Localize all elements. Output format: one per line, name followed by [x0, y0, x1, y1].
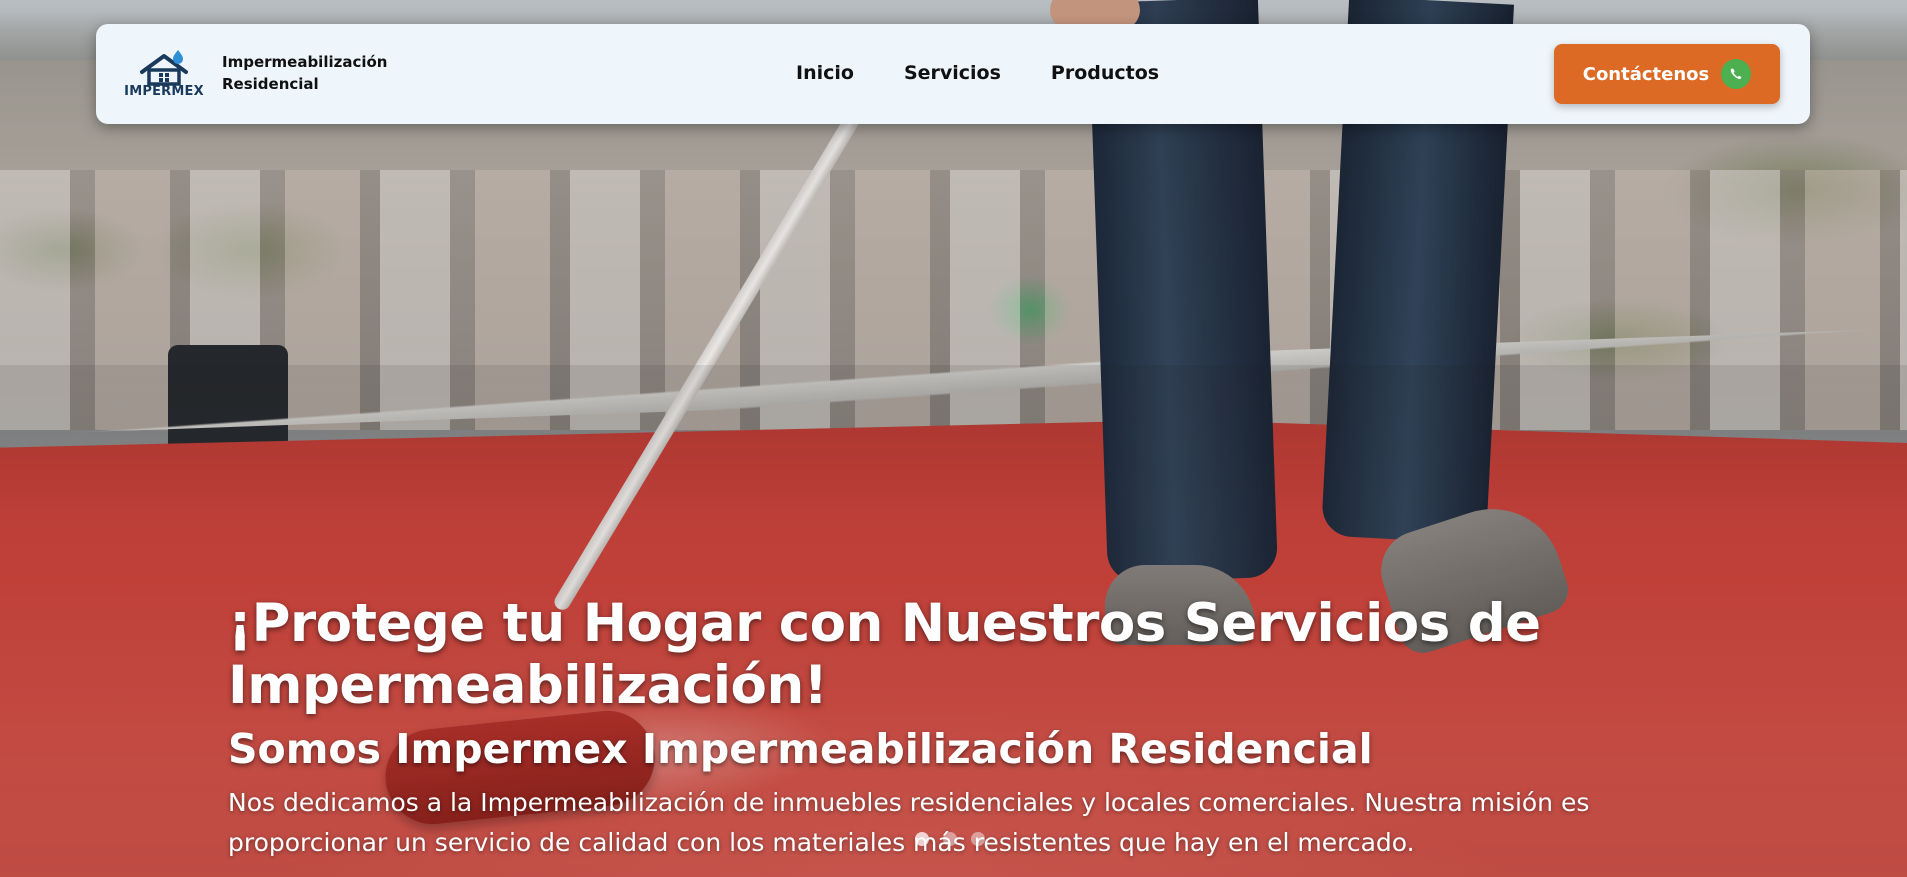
- nav-link-productos[interactable]: Productos: [1051, 62, 1159, 84]
- logo-wordmark: IMPERMEX: [124, 84, 204, 99]
- hero-content: ¡Protege tu Hogar con Nuestros Servicios…: [228, 593, 1728, 863]
- carousel-indicators: [915, 832, 985, 846]
- nav-link-inicio[interactable]: Inicio: [796, 62, 854, 84]
- hero-title: ¡Protege tu Hogar con Nuestros Servicios…: [228, 593, 1541, 716]
- house-logo-icon: [140, 50, 188, 86]
- carousel-dot-3[interactable]: [971, 832, 985, 846]
- logo-link[interactable]: IMPERMEX: [124, 50, 204, 102]
- brand-name: Impermeabilización Residencial: [222, 51, 412, 95]
- whatsapp-icon: [1721, 59, 1752, 89]
- carousel-dot-2[interactable]: [943, 832, 957, 846]
- contact-button[interactable]: Contáctenos: [1554, 44, 1780, 104]
- hero-subtitle: Somos Impermex Impermeabilización Reside…: [228, 725, 1373, 773]
- main-nav: Inicio Servicios Productos: [796, 62, 1159, 84]
- nav-link-servicios[interactable]: Servicios: [904, 62, 1001, 84]
- brand-name-line1: Impermeabilización: [222, 53, 388, 71]
- navbar: IMPERMEX Impermeabilización Residencial …: [96, 24, 1810, 124]
- brand-name-line2: Residencial: [222, 75, 319, 93]
- carousel-dot-1[interactable]: [915, 832, 929, 846]
- hero-description: Nos dedicamos a la Impermeabilización de…: [228, 788, 1590, 857]
- contact-button-label: Contáctenos: [1582, 63, 1710, 85]
